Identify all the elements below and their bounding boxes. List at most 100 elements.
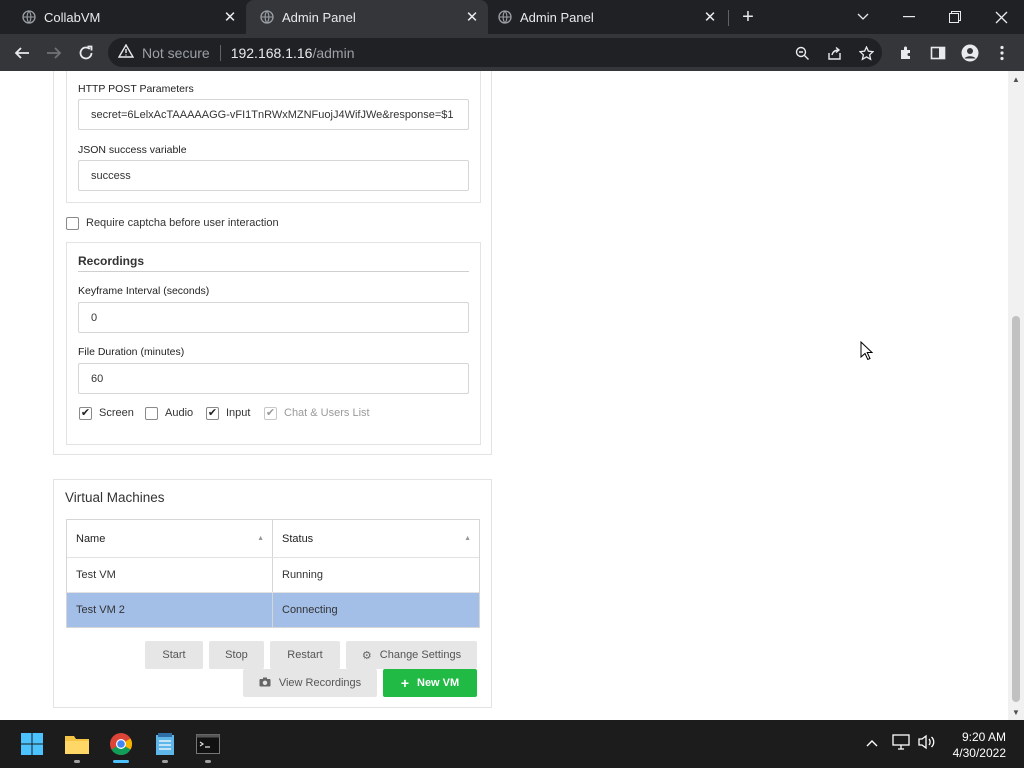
globe-icon xyxy=(22,10,36,24)
file-explorer-icon[interactable] xyxy=(63,730,91,758)
scroll-down-arrow-icon[interactable]: ▼ xyxy=(1008,704,1024,720)
start-button-label: Start xyxy=(162,649,186,661)
restart-button[interactable]: Restart xyxy=(270,641,340,669)
captcha-settings-group: HTTP POST Parameters secret=6LelxAcTAAAA… xyxy=(66,71,481,203)
json-success-label: JSON success variable xyxy=(78,144,187,156)
recordings-divider xyxy=(78,271,469,272)
post-params-label: HTTP POST Parameters xyxy=(78,83,194,95)
keyframe-interval-label: Keyframe Interval (seconds) xyxy=(78,285,210,297)
name-column-header[interactable]: Name ▲ xyxy=(67,520,273,557)
extensions-puzzle-icon[interactable] xyxy=(892,39,920,67)
taskbar-active-indicator xyxy=(113,760,129,763)
file-duration-input[interactable]: 60 xyxy=(78,363,469,394)
new-vm-button[interactable]: + New VM xyxy=(383,669,477,697)
new-vm-label: New VM xyxy=(417,677,460,689)
start-button[interactable]: Start xyxy=(145,641,203,669)
table-row[interactable]: Test VM Running xyxy=(67,557,479,592)
close-tab-icon[interactable]: ✕ xyxy=(220,7,240,27)
browser-menu-kebab-icon[interactable] xyxy=(988,39,1016,67)
chat-users-list-label: Chat & Users List xyxy=(284,407,370,419)
taskbar-clock[interactable]: 9:20 AM 4/30/2022 xyxy=(953,729,1006,761)
notepad-icon[interactable] xyxy=(151,730,179,758)
keyframe-interval-input[interactable]: 0 xyxy=(78,302,469,333)
network-icon[interactable] xyxy=(892,734,910,753)
clock-date: 4/30/2022 xyxy=(952,746,1006,760)
restore-button[interactable] xyxy=(932,0,978,34)
scroll-up-arrow-icon[interactable]: ▲ xyxy=(1008,71,1024,87)
new-tab-button[interactable]: + xyxy=(736,5,760,29)
omnibox-divider xyxy=(219,44,221,61)
taskbar-indicator xyxy=(205,760,211,763)
vm-name-cell: Test VM 2 xyxy=(67,593,273,627)
view-recordings-button[interactable]: View Recordings xyxy=(243,669,377,697)
globe-icon xyxy=(498,10,512,24)
volume-icon[interactable] xyxy=(918,734,936,753)
page-scrollbar[interactable]: ▲ ▼ xyxy=(1008,71,1024,720)
tab-separator xyxy=(728,10,729,26)
tab-search-icon[interactable] xyxy=(840,0,886,34)
close-tab-icon[interactable]: ✕ xyxy=(700,7,720,27)
status-column-header[interactable]: Status ▲ xyxy=(273,520,479,557)
chevron-up-icon[interactable] xyxy=(866,734,878,750)
browser-toolbar: Not secure 192.168.1.16/admin xyxy=(0,34,1024,71)
mouse-cursor-icon xyxy=(860,341,874,361)
warning-triangle-icon[interactable] xyxy=(117,43,135,61)
screen-checkbox-label: Screen xyxy=(99,407,134,419)
page-viewport: HTTP POST Parameters secret=6LelxAcTAAAA… xyxy=(0,71,1008,720)
reload-icon[interactable] xyxy=(72,39,100,67)
change-settings-button[interactable]: ⚙ Change Settings xyxy=(346,641,477,669)
stop-button-label: Stop xyxy=(225,649,248,661)
side-panel-icon[interactable] xyxy=(924,39,952,67)
windows-start-icon[interactable] xyxy=(18,730,46,758)
taskbar-indicator xyxy=(74,760,80,763)
clock-time: 9:20 AM xyxy=(961,730,1006,744)
input-checkbox[interactable]: ✔ xyxy=(206,407,219,420)
zoom-icon[interactable] xyxy=(790,41,814,65)
vm-name-cell: Test VM xyxy=(67,558,273,592)
terminal-icon[interactable] xyxy=(194,730,222,758)
tab-title: Admin Panel xyxy=(520,9,594,25)
windows-taskbar: 9:20 AM 4/30/2022 xyxy=(0,720,1024,768)
audio-checkbox[interactable] xyxy=(145,407,158,420)
tab-collabvm[interactable]: CollabVM ✕ xyxy=(0,0,246,34)
require-captcha-checkbox[interactable] xyxy=(66,217,79,230)
url-path: /admin xyxy=(312,44,355,61)
recordings-title: Recordings xyxy=(78,254,145,268)
screen-checkbox[interactable]: ✔ xyxy=(79,407,92,420)
stop-button[interactable]: Stop xyxy=(209,641,264,669)
share-icon[interactable] xyxy=(822,41,846,65)
tab-title: Admin Panel xyxy=(282,9,356,25)
profile-avatar-icon[interactable] xyxy=(956,39,984,67)
plus-icon: + xyxy=(400,675,409,691)
minimize-button[interactable] xyxy=(886,0,932,34)
url-host: 192.168.1.16 xyxy=(230,44,313,61)
security-status[interactable]: Not secure xyxy=(142,45,210,61)
bookmark-star-icon[interactable] xyxy=(854,41,878,65)
post-params-input[interactable]: secret=6LelxAcTAAAAAGG-vFI1TnRWxMZNFuojJ… xyxy=(78,99,469,130)
input-checkbox-label: Input xyxy=(226,407,251,419)
file-duration-label: File Duration (minutes) xyxy=(78,346,185,358)
gear-icon: ⚙ xyxy=(361,649,372,662)
address-bar[interactable]: Not secure 192.168.1.16/admin xyxy=(108,38,882,67)
taskbar-indicator xyxy=(162,760,168,763)
forward-arrow-icon[interactable] xyxy=(40,39,68,67)
table-row-selected[interactable]: Test VM 2 Connecting xyxy=(67,592,479,627)
chat-users-list-checkbox: ✔ xyxy=(264,407,277,420)
audio-checkbox-label: Audio xyxy=(165,407,194,419)
browser-tab-strip: CollabVM ✕ Admin Panel ✕ Admin Panel ✕ + xyxy=(0,0,1024,34)
tab-admin-panel-active[interactable]: Admin Panel ✕ xyxy=(246,0,488,34)
settings-panel: HTTP POST Parameters secret=6LelxAcTAAAA… xyxy=(53,71,492,455)
close-tab-icon[interactable]: ✕ xyxy=(462,7,482,27)
name-column-label: Name xyxy=(76,532,106,545)
virtual-machines-title: Virtual Machines xyxy=(65,490,165,505)
scrollbar-thumb[interactable] xyxy=(1012,316,1020,702)
require-captcha-label: Require captcha before user interaction xyxy=(86,217,279,229)
tab-admin-panel[interactable]: Admin Panel ✕ xyxy=(488,0,726,34)
view-recordings-label: View Recordings xyxy=(278,677,362,689)
tab-title: CollabVM xyxy=(44,9,101,25)
json-success-input[interactable]: success xyxy=(78,160,469,191)
chrome-icon[interactable] xyxy=(107,730,135,758)
close-window-button[interactable] xyxy=(978,0,1024,34)
back-arrow-icon[interactable] xyxy=(8,39,36,67)
vm-status-cell: Running xyxy=(282,569,323,581)
